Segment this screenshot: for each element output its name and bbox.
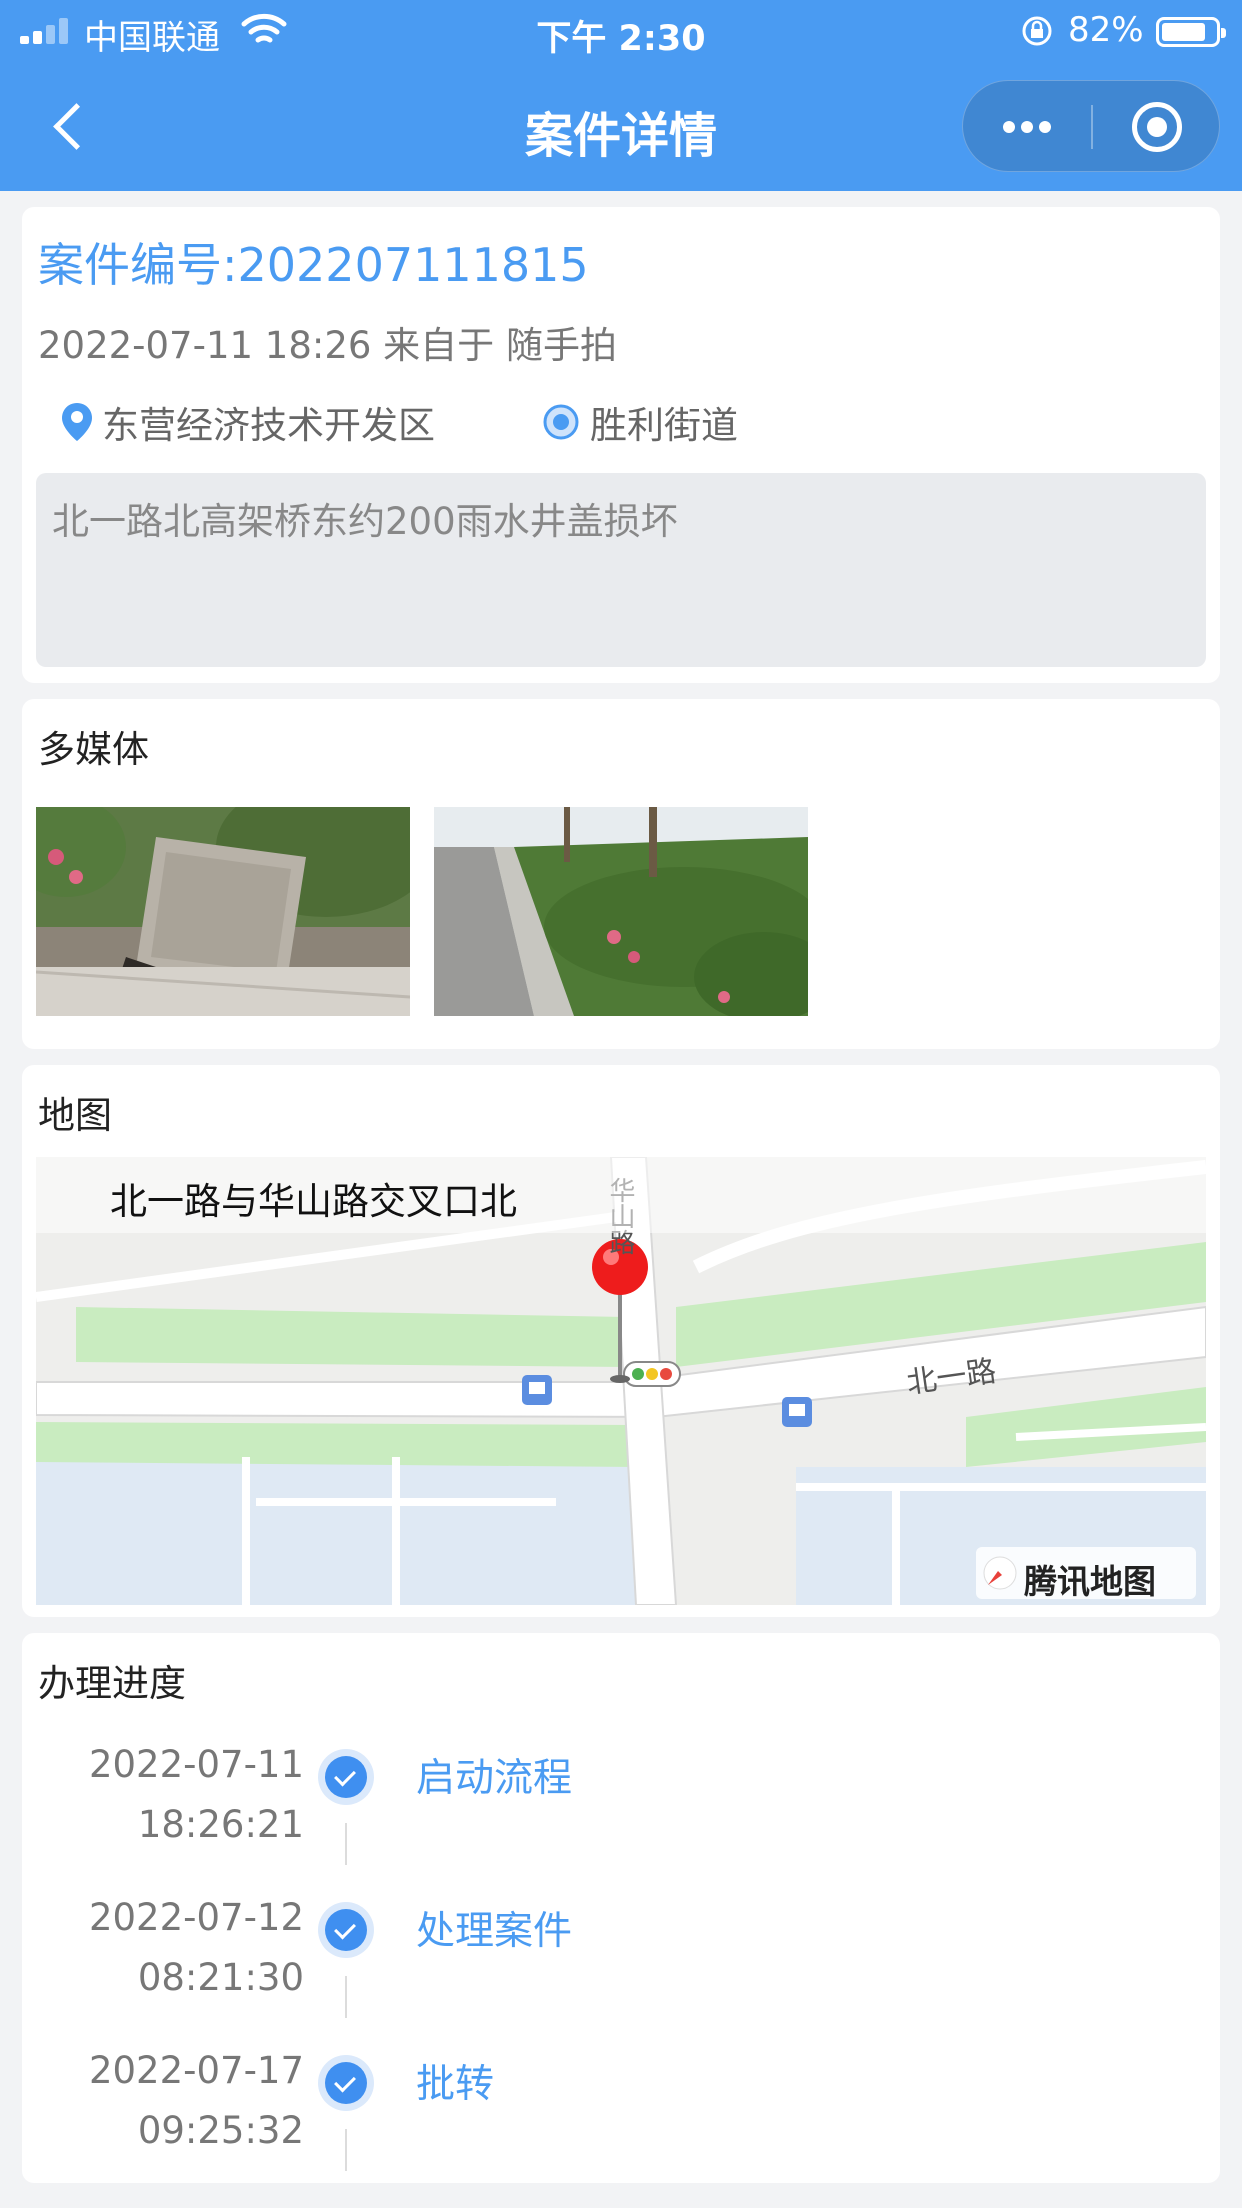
map-view[interactable]: 北一路 华山路 北一路与华山路交叉口北 腾讯地图 xyxy=(36,1157,1206,1605)
location-pin-icon xyxy=(62,403,92,441)
compass-icon xyxy=(983,1556,1017,1590)
timeline-connector xyxy=(345,1823,347,1865)
case-info-card: 案件编号:202207111815 2022-07-11 18:26 来自于 随… xyxy=(22,207,1220,683)
case-meta: 2022-07-11 18:26 来自于 随手拍 xyxy=(38,324,617,367)
timeline-connector xyxy=(345,2129,347,2171)
status-bar: 中国联通 下午 2:30 82% xyxy=(0,0,1242,62)
map-card: 地图 北一路 北一路与华山路交叉口北 腾讯地图 xyxy=(22,1065,1220,1617)
timeline-step: 2022-07-17 09:25:32 批转 xyxy=(22,2049,1220,2199)
step-date: 2022-07-12 xyxy=(88,1896,304,1939)
step-date: 2022-07-11 xyxy=(88,1743,304,1786)
step-time: 08:21:30 xyxy=(137,1956,304,1999)
timeline-connector xyxy=(345,1976,347,2018)
case-number: 案件编号:202207111815 xyxy=(38,238,589,292)
target-icon xyxy=(543,404,579,440)
check-circle-icon xyxy=(318,2055,374,2111)
step-name: 批转 xyxy=(416,2062,495,2107)
progress-card: 办理进度 2022-07-11 18:26:21 启动流程 2022-07-12… xyxy=(22,1633,1220,2183)
step-time: 09:25:32 xyxy=(137,2109,304,2152)
media-thumbnail[interactable] xyxy=(36,807,410,1016)
status-time: 下午 2:30 xyxy=(536,19,706,59)
map-location-label: 北一路与华山路交叉口北 xyxy=(36,1157,1206,1233)
progress-section-title: 办理进度 xyxy=(38,1662,186,1705)
rotation-lock-icon xyxy=(1022,16,1052,46)
battery-fill xyxy=(1162,23,1205,41)
mini-program-capsule xyxy=(962,80,1220,172)
timeline-step: 2022-07-11 18:26:21 启动流程 xyxy=(22,1743,1220,1893)
step-time: 18:26:21 xyxy=(137,1803,304,1846)
manhole-photo-image xyxy=(36,807,410,1016)
close-button[interactable] xyxy=(1093,81,1221,173)
step-date: 2022-07-17 xyxy=(88,2049,304,2092)
nav-bar: 案件详情 xyxy=(0,62,1242,191)
media-card: 多媒体 xyxy=(22,699,1220,1049)
region-label: 东营经济技术开发区 xyxy=(102,404,435,447)
media-thumbnail[interactable] xyxy=(434,807,808,1016)
map-section-title: 地图 xyxy=(38,1094,112,1137)
battery-percent: 82% xyxy=(1068,10,1144,50)
step-name: 启动流程 xyxy=(416,1756,573,1801)
timeline-step: 2022-07-12 08:21:30 处理案件 xyxy=(22,1896,1220,2046)
street-label: 胜利街道 xyxy=(590,404,738,447)
map-provider-name: 腾讯地图 xyxy=(1024,1562,1156,1601)
roadside-photo-image xyxy=(434,807,808,1016)
check-circle-icon xyxy=(318,1749,374,1805)
media-section-title: 多媒体 xyxy=(38,728,149,771)
step-name: 处理案件 xyxy=(416,1909,573,1954)
more-button[interactable] xyxy=(963,81,1091,173)
app-header: 中国联通 下午 2:30 82% 案件详情 xyxy=(0,0,1242,191)
battery-icon xyxy=(1156,17,1226,47)
map-provider-logo: 腾讯地图 xyxy=(976,1547,1196,1601)
case-description: 北一路北高架桥东约200雨水井盖损坏 xyxy=(36,473,1206,667)
check-circle-icon xyxy=(318,1902,374,1958)
